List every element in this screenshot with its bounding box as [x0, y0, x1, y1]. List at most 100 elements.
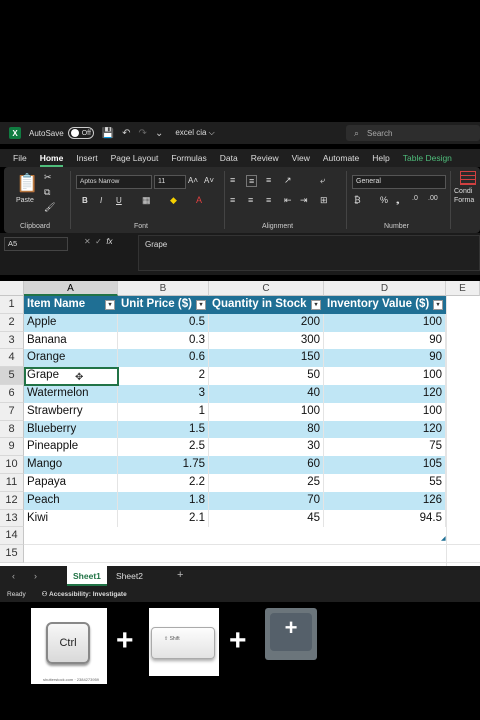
table-cell[interactable]: 0.5: [118, 313, 209, 332]
row-header[interactable]: 2: [0, 313, 24, 332]
column-header-a[interactable]: A: [24, 281, 118, 296]
underline-icon[interactable]: U: [116, 196, 122, 205]
comma-style-icon[interactable]: ❟: [396, 195, 400, 206]
table-header-cell[interactable]: Inventory Value ($) ▾: [324, 296, 446, 314]
paste-icon[interactable]: 📋: [16, 173, 38, 194]
increase-font-icon[interactable]: A˄: [188, 176, 198, 185]
table-cell[interactable]: 126: [324, 491, 446, 510]
tab-help[interactable]: Help: [372, 153, 389, 163]
autosave-toggle[interactable]: Off: [67, 127, 94, 139]
filter-dropdown-icon[interactable]: ▾: [433, 300, 443, 310]
table-cell[interactable]: 1.75: [118, 456, 209, 474]
table-cell[interactable]: 30: [209, 438, 324, 457]
table-cell[interactable]: Grape: [24, 367, 118, 385]
align-bottom-icon[interactable]: ≡: [266, 175, 271, 185]
filter-dropdown-icon[interactable]: ▾: [196, 300, 206, 310]
row-header[interactable]: 9: [0, 438, 24, 457]
table-cell[interactable]: Orange: [24, 349, 118, 368]
tab-home[interactable]: Home: [39, 153, 63, 167]
paste-button[interactable]: Paste: [16, 197, 34, 204]
table-cell[interactable]: 60: [209, 456, 324, 474]
row-header[interactable]: 4: [0, 349, 24, 368]
table-cell[interactable]: 120: [324, 385, 446, 403]
row-header[interactable]: 6: [0, 385, 24, 403]
percent-icon[interactable]: %: [380, 195, 388, 205]
table-cell[interactable]: Banana: [24, 331, 118, 350]
wrap-text-icon[interactable]: ⤶: [320, 175, 325, 186]
align-middle-icon[interactable]: ≡: [246, 175, 258, 187]
enter-icon[interactable]: ✓: [95, 237, 102, 246]
row-header[interactable]: 5: [0, 367, 24, 385]
tab-view[interactable]: View: [292, 153, 310, 163]
table-cell[interactable]: Pineapple: [24, 438, 118, 457]
tab-data[interactable]: Data: [220, 153, 238, 163]
table-header-cell[interactable]: Unit Price ($) ▾: [118, 296, 209, 314]
table-header-cell[interactable]: Item Name ▾: [24, 296, 118, 314]
table-cell[interactable]: 90: [324, 331, 446, 350]
select-all-corner[interactable]: [0, 281, 24, 296]
row-header[interactable]: 7: [0, 402, 24, 421]
currency-icon[interactable]: ₿: [354, 195, 361, 205]
empty-row[interactable]: [24, 545, 480, 563]
table-cell[interactable]: 55: [324, 474, 446, 492]
search-input[interactable]: ⌕ Search: [346, 125, 480, 141]
decrease-indent-icon[interactable]: ⇤: [284, 195, 292, 206]
add-sheet-icon[interactable]: +: [177, 569, 183, 581]
table-cell[interactable]: Blueberry: [24, 420, 118, 439]
font-color-icon[interactable]: A: [196, 195, 202, 205]
accessibility-status[interactable]: ⚇ Accessibility: Investigate: [42, 591, 127, 598]
column-header-b[interactable]: B: [118, 281, 209, 296]
customize-toolbar-icon[interactable]: ⌄: [155, 128, 163, 139]
table-cell[interactable]: 300: [209, 331, 324, 350]
fill-color-icon[interactable]: ◆: [170, 195, 177, 206]
align-right-icon[interactable]: ≡: [266, 195, 271, 205]
sheet-tab-sheet1[interactable]: Sheet1: [67, 566, 107, 586]
table-cell[interactable]: 90: [324, 349, 446, 368]
tab-review[interactable]: Review: [251, 153, 279, 163]
table-cell[interactable]: 2.1: [118, 509, 209, 528]
column-header-e[interactable]: E: [446, 281, 480, 296]
table-cell[interactable]: 2: [118, 367, 209, 385]
row-header[interactable]: 10: [0, 456, 24, 474]
bold-icon[interactable]: B: [82, 196, 88, 205]
table-cell[interactable]: 40: [209, 385, 324, 403]
increase-decimal-icon[interactable]: .0: [412, 195, 418, 202]
cancel-icon[interactable]: ✕: [84, 237, 91, 246]
table-cell[interactable]: 120: [324, 420, 446, 439]
table-cell[interactable]: 0.3: [118, 331, 209, 350]
save-icon[interactable]: 💾: [102, 128, 114, 139]
row-header[interactable]: 15: [0, 545, 24, 563]
table-cell[interactable]: 3: [118, 385, 209, 403]
table-cell[interactable]: 94.5: [324, 509, 446, 528]
table-cell[interactable]: 100: [324, 313, 446, 332]
copy-icon[interactable]: ⧉: [44, 187, 50, 198]
tab-page-layout[interactable]: Page Layout: [111, 153, 159, 163]
align-center-icon[interactable]: ≡: [248, 195, 253, 205]
table-cell[interactable]: 80: [209, 420, 324, 439]
align-left-icon[interactable]: ≡: [230, 195, 235, 205]
filter-dropdown-icon[interactable]: ▾: [105, 300, 115, 310]
table-cell[interactable]: 2.2: [118, 474, 209, 492]
table-cell[interactable]: Apple: [24, 313, 118, 332]
table-header-cell[interactable]: Quantity in Stock ▾: [209, 296, 324, 314]
table-cell[interactable]: 100: [209, 402, 324, 421]
row-header[interactable]: 11: [0, 474, 24, 492]
table-cell[interactable]: 100: [324, 367, 446, 385]
cut-icon[interactable]: ✂: [44, 172, 52, 183]
borders-icon[interactable]: ▦: [142, 195, 151, 206]
conditional-formatting-button[interactable]: Condi Forma: [454, 171, 480, 205]
tab-file[interactable]: File: [13, 153, 27, 163]
row-header[interactable]: 1: [0, 296, 24, 314]
row-header[interactable]: 13: [0, 509, 24, 528]
tab-automate[interactable]: Automate: [323, 153, 359, 163]
font-name-select[interactable]: Aptos Narrow: [76, 175, 152, 189]
scroll-tabs-left-icon[interactable]: ‹: [12, 571, 15, 581]
table-cell[interactable]: 70: [209, 491, 324, 510]
empty-row[interactable]: [24, 527, 480, 546]
table-cell[interactable]: Papaya: [24, 474, 118, 492]
format-painter-icon[interactable]: 🖌: [44, 202, 55, 213]
table-cell[interactable]: Mango: [24, 456, 118, 474]
table-cell[interactable]: 2.5: [118, 438, 209, 457]
tab-formulas[interactable]: Formulas: [171, 153, 206, 163]
table-cell[interactable]: 1: [118, 402, 209, 421]
